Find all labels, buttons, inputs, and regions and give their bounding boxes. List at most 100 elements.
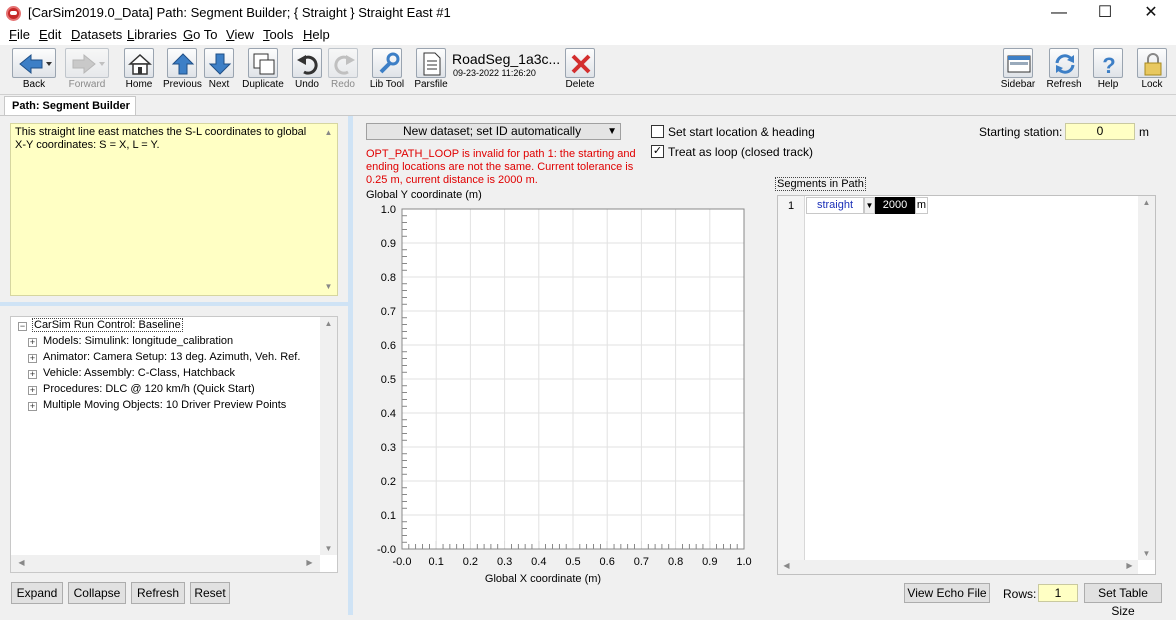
close-button[interactable]: ✕ [1128,0,1174,26]
menu-file-label: File [9,27,30,42]
segments-horizontal-scrollbar[interactable]: ◀ ▶ [778,560,1138,574]
scroll-down-icon: ▼ [324,282,333,291]
x-tick-label: 1.0 [736,556,751,568]
reset-button[interactable]: Reset [190,582,230,604]
dataset-select[interactable]: New dataset; set ID automatically [366,123,621,140]
next-button[interactable]: Next [203,48,235,92]
scroll-left-icon: ◀ [18,558,25,567]
expand-button[interactable]: Expand [11,582,63,604]
segment-type-cell[interactable]: straight [806,197,864,214]
main-splitter[interactable] [348,116,353,615]
tree-vertical-scrollbar[interactable]: ▲ ▼ [320,317,337,555]
set-table-size-button[interactable]: Set Table Size [1084,583,1162,618]
refresh-button[interactable]: Refresh [131,582,185,604]
lock-icon [1137,48,1167,78]
scroll-down-icon: ▼ [324,544,333,553]
menu-libraries-label: Libraries [127,27,177,42]
error-message: OPT_PATH_LOOP is invalid for path 1: the… [366,148,636,186]
menu-tools[interactable]: Tools [263,26,293,44]
expand-icon[interactable]: + [28,370,37,379]
tree-root[interactable]: CarSim Run Control: Baseline [32,318,183,332]
y-tick-label: 1.0 [381,204,396,216]
treat-loop-label: Treat as loop (closed track) [668,145,813,159]
x-tick-label: 0.6 [600,556,615,568]
menu-help-label: Help [303,27,330,42]
delete-x-icon [565,48,595,78]
sidebar-icon [1003,48,1033,78]
menu-view[interactable]: View [226,26,254,44]
forward-button[interactable]: Forward [62,48,112,92]
undo-button[interactable]: Undo [291,48,323,92]
x-tick-label: 0.2 [463,556,478,568]
refresh-icon [1049,48,1079,78]
segment-length-cell[interactable]: 2000 [875,197,915,214]
home-button[interactable]: Home [122,48,156,92]
x-tick-label: 0.5 [565,556,580,568]
left-panel-splitter[interactable] [0,302,348,306]
help-button[interactable]: ? Help [1091,48,1125,92]
scroll-up-icon: ▲ [324,128,333,137]
lib-tool-button[interactable]: Lib Tool [367,48,407,92]
lock-button[interactable]: Lock [1135,48,1169,92]
menu-edit[interactable]: Edit [39,26,61,44]
notes-panel[interactable]: This straight line east matches the S-L … [10,123,338,296]
tree-item-moving-objects[interactable]: Multiple Moving Objects: 10 Driver Previ… [43,399,286,411]
tree-item-procedures[interactable]: Procedures: DLC @ 120 km/h (Quick Start) [43,383,255,395]
delete-button[interactable]: Delete [563,48,597,92]
expand-icon[interactable]: + [28,354,37,363]
redo-icon [328,48,358,78]
window-title: [CarSim2019.0_Data] Path: Segment Builde… [28,5,451,20]
x-tick-label: 0.7 [634,556,649,568]
tree-item-animator[interactable]: Animator: Camera Setup: 13 deg. Azimuth,… [43,351,300,363]
set-start-checkbox[interactable] [651,125,664,138]
duplicate-button[interactable]: Duplicate [240,48,286,92]
lock-label: Lock [1141,79,1163,90]
refresh-toolbar-button[interactable]: Refresh [1046,48,1082,92]
segments-vertical-scrollbar[interactable]: ▲ ▼ [1138,196,1155,560]
tree-item-vehicle[interactable]: Vehicle: Assembly: C-Class, Hatchback [43,367,235,379]
scroll-right-icon: ▶ [1126,561,1133,570]
y-tick-label: 0.6 [381,340,396,352]
previous-button[interactable]: Previous [163,48,202,92]
menu-datasets[interactable]: Datasets [71,26,122,44]
starting-station-input[interactable]: 0 [1065,123,1135,140]
menu-goto[interactable]: Go To [183,26,217,44]
delete-label: Delete [565,79,595,90]
scroll-down-icon: ▼ [1142,549,1151,558]
collapse-button[interactable]: Collapse [68,582,126,604]
tab-segment-builder[interactable]: Path: Segment Builder [4,96,136,116]
view-echo-file-button[interactable]: View Echo File [904,583,990,603]
x-tick-label: 0.8 [668,556,683,568]
home-label: Home [125,79,153,90]
redo-label: Redo [331,79,355,90]
parsfile-button[interactable]: Parsfile [413,48,449,92]
redo-button[interactable]: Redo [327,48,359,92]
collapse-icon[interactable]: − [18,322,27,331]
tree-item-models[interactable]: Models: Simulink: longitude_calibration [43,335,233,347]
maximize-button[interactable]: ☐ [1082,0,1128,26]
tree-horizontal-scrollbar[interactable]: ◀ ▶ [11,555,320,572]
menu-libraries[interactable]: Libraries [127,26,177,44]
wrench-icon [372,48,402,78]
back-button[interactable]: Back [8,48,60,92]
minimize-button[interactable]: — [1036,0,1082,26]
title-bar: [CarSim2019.0_Data] Path: Segment Builde… [0,0,1176,26]
notes-text: This straight line east matches the S-L … [15,126,307,151]
sidebar-button[interactable]: Sidebar [1000,48,1036,92]
segment-type-dropdown-icon[interactable]: ▼ [864,197,875,214]
rows-input[interactable]: 1 [1038,584,1078,602]
starting-station-unit: m [1139,125,1149,139]
treat-loop-checkbox[interactable]: ✓ [651,145,664,158]
up-arrow-icon [167,48,197,78]
menu-help[interactable]: Help [303,26,330,44]
undo-label: Undo [295,79,319,90]
notes-scrollbar[interactable]: ▲ ▼ [320,124,337,295]
document-icon [416,48,446,78]
expand-icon[interactable]: + [28,338,37,347]
expand-icon[interactable]: + [28,386,37,395]
segments-table: 1 straight ▼ 2000 m ▲ ▼ ◀ ▶ [777,195,1156,575]
sidebar-label: Sidebar [1000,79,1036,90]
y-axis-label: Global Y coordinate (m) [366,189,482,201]
menu-file[interactable]: File [9,26,30,44]
expand-icon[interactable]: + [28,402,37,411]
